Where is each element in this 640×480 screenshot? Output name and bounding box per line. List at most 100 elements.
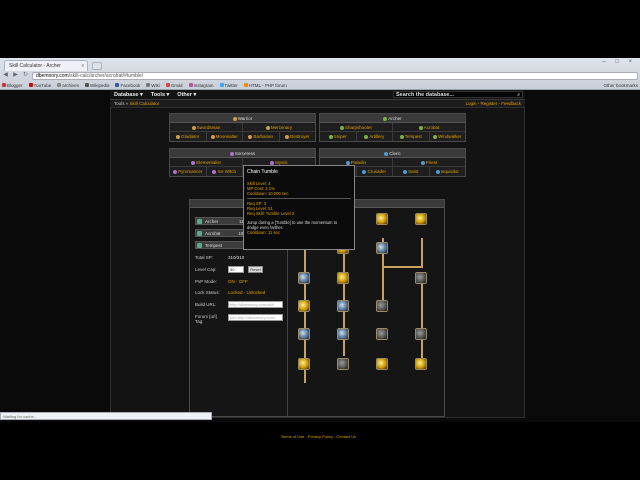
skill-icon[interactable] [415,328,427,340]
skill-icon[interactable] [415,213,427,225]
specialization-link[interactable]: Sniper [320,132,356,141]
nav-other[interactable]: Other ▾ [177,92,196,98]
nav-database[interactable]: Database ▾ [114,92,143,98]
build-url-field[interactable]: http://dbemnory.com/skill [228,301,283,308]
specialization-link[interactable]: Inquisitor [428,167,466,176]
skill-icon[interactable] [298,328,310,340]
skill-icon[interactable] [298,358,310,370]
class-icon [229,151,234,156]
forward-icon[interactable]: ▶ [12,72,19,79]
window-controls[interactable]: – □ × [602,59,636,65]
skill-icon[interactable] [415,358,427,370]
class-icon [433,134,438,139]
breadcrumb-root[interactable]: Tools » [114,101,128,106]
reload-icon[interactable]: ↻ [22,72,29,79]
class-box-warrior: Warrior Swordsman Mercenary Gladiator Moonsa… [169,113,316,142]
acrobat-icon [197,231,202,236]
advancement-link[interactable]: Elementalist [170,158,242,166]
bookmark-item[interactable]: YouTube [28,81,51,89]
skill-icon[interactable] [337,300,349,312]
specialization-link[interactable]: Saint [392,167,429,176]
class-icon [399,134,404,139]
address-bar[interactable]: dbemnory.com/skill-calc/archer/acrobat/#… [32,71,638,80]
breadcrumb-current[interactable]: Skill Calculator [130,101,160,106]
build-url-label: Build URL: [195,302,217,307]
class-header[interactable]: Archer [320,114,465,123]
skill-icon[interactable] [376,213,388,225]
bookmark-icon [57,83,62,87]
site-page: Database ▾ Tools ▾ Other ▾ Search the da… [110,90,525,439]
skill-icon[interactable] [415,272,427,284]
skill-icon[interactable] [298,272,310,284]
specialization-link[interactable]: Ice Witch [205,167,243,176]
advancement-link[interactable]: Swordsman [170,123,242,131]
lock-status-toggle[interactable]: Locked - Unlocked [228,290,265,295]
bookmark-item[interactable]: Blogger [2,81,23,89]
bookmark-item[interactable]: Wiki [146,81,160,89]
new-tab-button[interactable] [92,62,102,70]
specialization-link[interactable]: Tempest [392,132,429,141]
class-icon [210,134,215,139]
search-icon[interactable]: ⌕ [517,92,520,98]
skill-connector [382,266,423,268]
skill-connector [421,238,423,268]
other-bookmarks[interactable]: Other bookmarks [603,81,638,89]
bookmark-item[interactable]: Twitter [219,81,238,89]
forum-tag-field[interactable]: [url=http://dbemnory.com/ [228,314,283,321]
skill-icon[interactable] [376,328,388,340]
skill-icon[interactable] [376,300,388,312]
specialization-link[interactable]: Gladiator [170,132,206,141]
advancement-link[interactable]: Priest [392,158,465,166]
skill-icon[interactable] [376,358,388,370]
class-header[interactable]: Sorceress [170,149,315,158]
class-icon [248,134,253,139]
lock-status-label: Lock Status: [195,290,220,295]
class-icon [362,169,367,174]
search-input[interactable]: Search the database... ⌕ [393,91,523,98]
bookmark-icon [188,83,193,87]
site-nav: Database ▾ Tools ▾ Other ▾ Search the da… [110,90,525,99]
nav-tools[interactable]: Tools ▾ [151,92,170,98]
tab-close-icon[interactable]: x [82,63,85,69]
bookmark-item[interactable]: archives [57,81,79,89]
bookmark-item[interactable]: Instagram [188,81,214,89]
reset-button[interactable]: Reset [248,266,263,273]
main-content: Warrior Swordsman Mercenary Gladiator Moonsa… [110,107,525,439]
bookmark-icon [165,83,170,87]
specialization-link[interactable]: Windwalker [428,132,466,141]
specialization-link[interactable]: Destroyer [278,132,316,141]
specialization-link[interactable]: Barbarian [242,132,279,141]
advancement-link[interactable]: Sharpshooter [320,123,392,131]
account-links[interactable]: Login - Register - Feedback [465,100,521,107]
class-icon [191,160,196,165]
specialization-link[interactable]: Artillery [355,132,393,141]
class-icon [212,169,217,174]
class-header[interactable]: Cleric [320,149,465,158]
bookmark-item[interactable]: Facebook [115,81,140,89]
advancement-row: Swordsman Mercenary [170,123,315,132]
bookmark-item[interactable]: Wikipedia [84,81,109,89]
omnibox-row: ◀ ▶ ↻ dbemnory.com/skill-calc/archer/acr… [2,71,638,80]
specialization-link[interactable]: Crusader [355,167,393,176]
specialization-link[interactable]: Pyromancer [170,167,206,176]
class-icon [232,116,237,121]
skill-icon[interactable] [337,272,349,284]
specialization-link[interactable]: Moonsalter [205,132,243,141]
skill-icon[interactable] [376,242,388,254]
class-icon [420,160,425,165]
class-header[interactable]: Warrior [170,114,315,123]
specialization-row: Sniper Artillery Tempest Windwalker [320,132,465,141]
browser-tab[interactable]: Skill Calculator - Archer x [4,60,88,71]
back-icon[interactable]: ◀ [2,72,9,79]
bookmark-item[interactable]: Gmail [165,81,183,89]
bookmark-item[interactable]: HTML - PHP forum [243,81,287,89]
skill-icon[interactable] [337,328,349,340]
skill-icon[interactable] [337,358,349,370]
level-cap-input[interactable]: 50 [228,266,244,273]
footer-links[interactable]: Terms of Use - Privacy Policy - Contact … [111,434,526,439]
pvp-toggle[interactable]: ON - OFF [228,279,248,284]
advancement-link[interactable]: Acrobat [392,123,465,131]
advancement-link[interactable]: Mercenary [242,123,315,131]
skill-icon[interactable] [298,300,310,312]
class-icon [173,169,178,174]
